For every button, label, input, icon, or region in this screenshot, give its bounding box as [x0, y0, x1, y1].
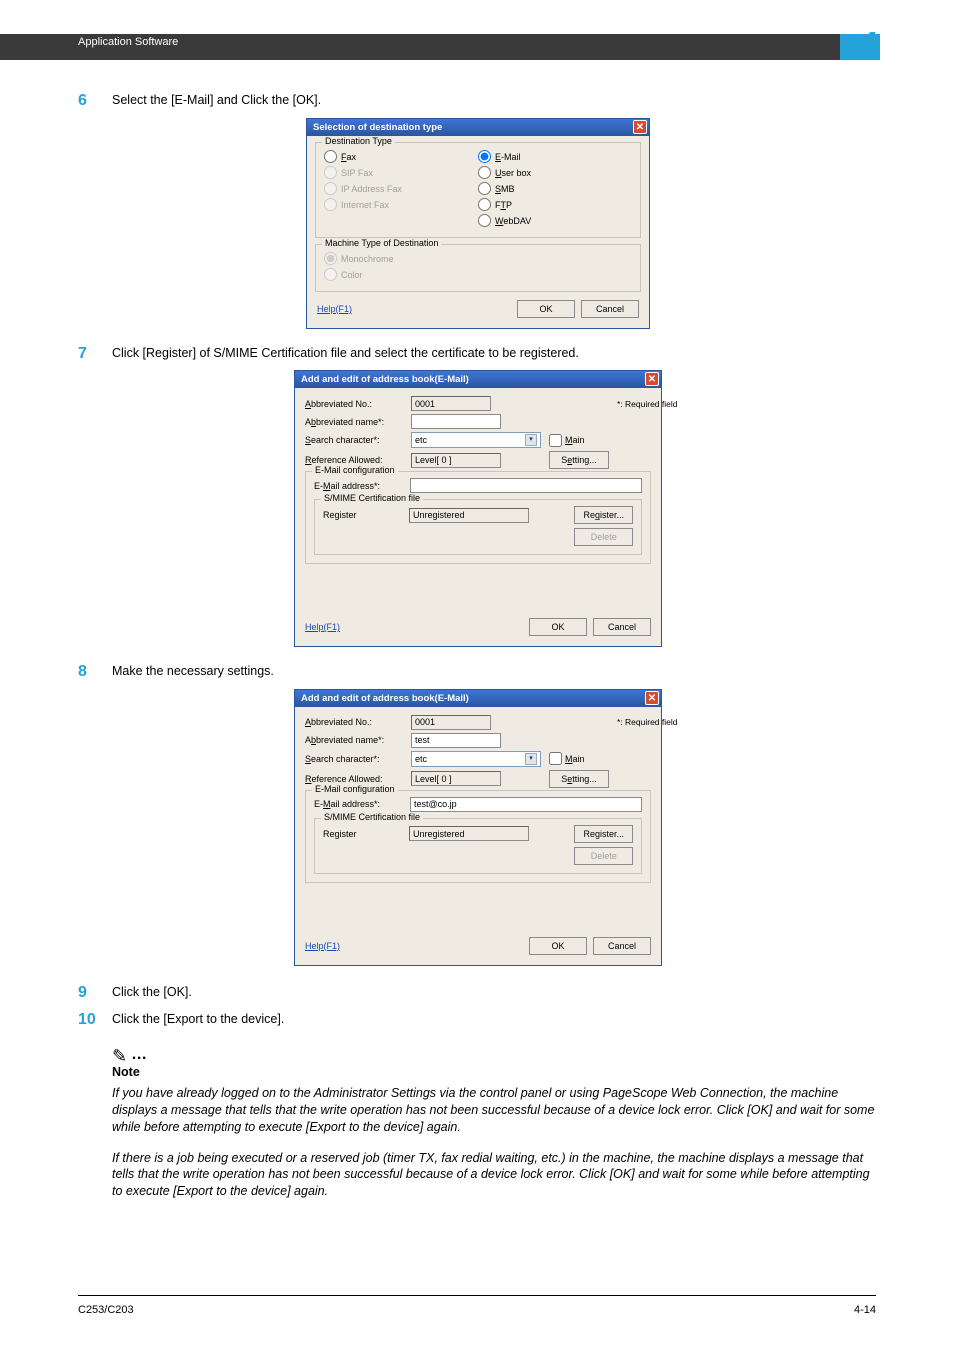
label-reference-allowed: Reference Allowed:	[305, 455, 403, 465]
label-register: Register	[323, 829, 401, 839]
radio-ip-address-fax: IP Address Fax	[324, 181, 478, 197]
radio-email[interactable]: E-Mail	[478, 149, 632, 165]
setting-button[interactable]: Setting...	[549, 770, 609, 788]
select-search-char[interactable]: etc ▾	[411, 432, 541, 448]
chevron-down-icon: ▾	[525, 434, 537, 446]
step-text-8: Make the necessary settings.	[112, 663, 274, 680]
radio-monochrome: Monochrome	[324, 251, 632, 267]
input-email-address[interactable]	[410, 797, 642, 812]
note-label: Note	[112, 1065, 878, 1079]
cancel-button[interactable]: Cancel	[593, 937, 651, 955]
header-title: Application Software	[78, 36, 178, 48]
ellipsis-icon: …	[131, 1047, 148, 1063]
register-button[interactable]: Register...	[574, 825, 633, 843]
radio-internet-fax: Internet Fax	[324, 197, 478, 213]
step-text-7: Click [Register] of S/MIME Certification…	[112, 345, 579, 362]
input-abbr-name[interactable]	[411, 733, 501, 748]
radio-webdav[interactable]: WebDAV	[478, 213, 632, 229]
required-field-note: *: Required field	[617, 717, 677, 727]
select-search-char-value: etc	[415, 435, 427, 445]
label-abbr-name: Abbreviated name*:	[305, 735, 403, 745]
group-title-email-config: E-Mail configuration	[312, 465, 398, 475]
ok-button[interactable]: OK	[517, 300, 575, 318]
step-number-10: 10	[78, 1011, 112, 1029]
label-email-address: E-Mail address*:	[314, 799, 402, 809]
footer-page: 4-14	[854, 1304, 876, 1316]
dialog-title: Add and edit of address book(E-Mail) ✕	[295, 690, 661, 707]
radio-fax[interactable]: Fax	[324, 149, 478, 165]
step-text-9: Click the [OK].	[112, 984, 192, 1001]
checkbox-main[interactable]: Main	[549, 752, 609, 765]
setting-button[interactable]: Setting...	[549, 451, 609, 469]
label-email-address: E-Mail address*:	[314, 481, 402, 491]
step-number-8: 8	[78, 663, 112, 681]
dialog-add-edit-address-a: Add and edit of address book(E-Mail) ✕ A…	[294, 370, 662, 647]
value-reference-allowed: Level[ 0 ]	[411, 771, 501, 786]
note-paragraph-2: If there is a job being executed or a re…	[112, 1150, 878, 1201]
close-icon[interactable]: ✕	[633, 120, 647, 134]
group-title-machine-type: Machine Type of Destination	[322, 238, 441, 248]
dialog-title: Selection of destination type ✕	[307, 119, 649, 136]
step-text-10: Click the [Export to the device].	[112, 1011, 284, 1028]
step-text-6: Select the [E-Mail] and Click the [OK].	[112, 92, 321, 109]
checkbox-main[interactable]: Main	[549, 434, 609, 447]
value-reference-allowed: Level[ 0 ]	[411, 453, 501, 468]
label-reference-allowed: Reference Allowed:	[305, 774, 403, 784]
label-search-char: Search character*:	[305, 435, 403, 445]
value-register: Unregistered	[409, 508, 529, 523]
note-icon: ✎	[112, 1047, 127, 1065]
label-abbr-no: Abbreviated No.:	[305, 399, 403, 409]
close-icon[interactable]: ✕	[645, 691, 659, 705]
cancel-button[interactable]: Cancel	[581, 300, 639, 318]
dialog-title-text: Add and edit of address book(E-Mail)	[301, 693, 469, 704]
value-register: Unregistered	[409, 826, 529, 841]
group-title-email-config: E-Mail configuration	[312, 784, 398, 794]
radio-userbox[interactable]: User box	[478, 165, 632, 181]
group-title-smime: S/MIME Certification file	[321, 493, 423, 503]
delete-button: Delete	[574, 528, 633, 546]
value-abbr-no: 0001	[411, 396, 491, 411]
help-link[interactable]: Help(F1)	[305, 941, 340, 951]
label-abbr-name: Abbreviated name*:	[305, 417, 403, 427]
close-icon[interactable]: ✕	[645, 372, 659, 386]
footer-divider	[78, 1295, 876, 1296]
help-link[interactable]: Help(F1)	[317, 304, 352, 314]
dialog-title: Add and edit of address book(E-Mail) ✕	[295, 371, 661, 388]
step-number-7: 7	[78, 345, 112, 363]
ok-button[interactable]: OK	[529, 937, 587, 955]
radio-ftp[interactable]: FTP	[478, 197, 632, 213]
value-abbr-no: 0001	[411, 715, 491, 730]
ok-button[interactable]: OK	[529, 618, 587, 636]
select-search-char-value: etc	[415, 754, 427, 764]
dialog-title-text: Add and edit of address book(E-Mail)	[301, 374, 469, 385]
cancel-button[interactable]: Cancel	[593, 618, 651, 636]
dialog-selection-destination-type: Selection of destination type ✕ Destinat…	[306, 118, 650, 329]
chapter-number: 4	[860, 26, 876, 58]
input-email-address[interactable]	[410, 478, 642, 493]
group-title-smime: S/MIME Certification file	[321, 812, 423, 822]
step-number-9: 9	[78, 984, 112, 1002]
dialog-add-edit-address-b: Add and edit of address book(E-Mail) ✕ A…	[294, 689, 662, 966]
select-search-char[interactable]: etc ▾	[411, 751, 541, 767]
step-number-6: 6	[78, 92, 112, 110]
label-register: Register	[323, 510, 401, 520]
input-abbr-name[interactable]	[411, 414, 501, 429]
chevron-down-icon: ▾	[525, 753, 537, 765]
dialog-title-text: Selection of destination type	[313, 122, 442, 133]
label-abbr-no: Abbreviated No.:	[305, 717, 403, 727]
help-link[interactable]: Help(F1)	[305, 622, 340, 632]
group-title-destination-type: Destination Type	[322, 136, 395, 146]
footer-model: C253/C203	[78, 1304, 134, 1316]
required-field-note: *: Required field	[617, 399, 677, 409]
radio-smb[interactable]: SMB	[478, 181, 632, 197]
note-paragraph-1: If you have already logged on to the Adm…	[112, 1085, 878, 1136]
radio-color: Color	[324, 267, 632, 283]
register-button[interactable]: Register...	[574, 506, 633, 524]
radio-sip-fax: SIP Fax	[324, 165, 478, 181]
delete-button: Delete	[574, 847, 633, 865]
label-search-char: Search character*:	[305, 754, 403, 764]
